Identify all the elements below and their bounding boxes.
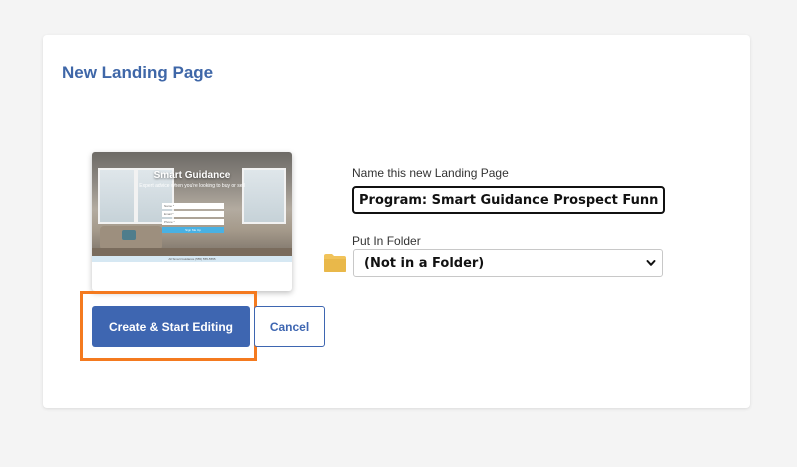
folder-icon [324, 254, 346, 272]
folder-field-label: Put In Folder [352, 234, 421, 248]
thumbnail-form: Name * Email * Phone * Sign Me Up [162, 203, 224, 233]
thumbnail-subheadline: Expert advice when you're looking to buy… [139, 183, 245, 189]
landing-page-thumbnail: Smart Guidance Expert advice when you're… [92, 152, 292, 291]
thumbnail-form-field: Name * [162, 203, 224, 209]
folder-select[interactable]: (Not in a Folder) [353, 249, 663, 277]
folder-select-value: (Not in a Folder) [364, 256, 485, 271]
thumbnail-floor [92, 248, 292, 256]
thumbnail-pillow [122, 230, 136, 240]
thumbnail-submit-button: Sign Me Up [162, 227, 224, 233]
create-start-editing-button[interactable]: Create & Start Editing [92, 306, 250, 347]
name-field-label: Name this new Landing Page [352, 166, 509, 180]
dialog-title: New Landing Page [62, 63, 214, 82]
thumbnail-form-field: Phone * [162, 219, 224, 225]
chevron-down-icon [646, 260, 656, 266]
thumbnail-headline: Smart Guidance [153, 170, 231, 181]
landing-page-name-input[interactable] [352, 186, 665, 214]
cancel-button[interactable]: Cancel [254, 306, 325, 347]
thumbnail-footer-text: All Smart Guidance (555) 555-5555 [168, 257, 216, 261]
thumbnail-form-field: Email * [162, 211, 224, 217]
